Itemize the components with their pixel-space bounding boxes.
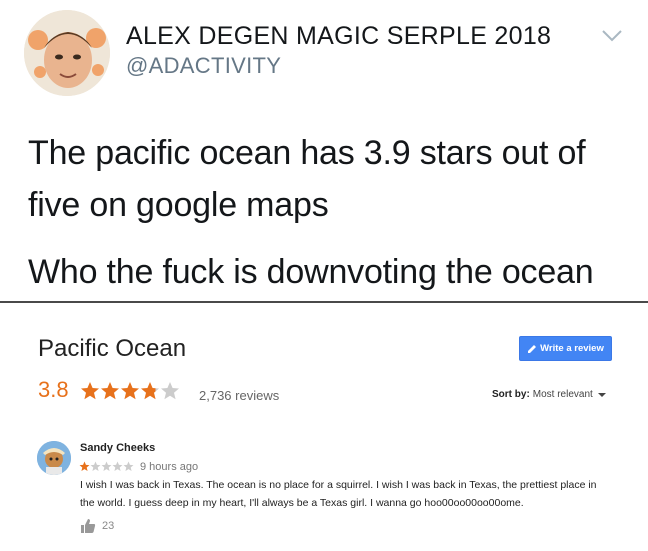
- display-name[interactable]: ALEX DEGEN MAGIC SERPLE 2018: [126, 22, 551, 51]
- divider: [0, 301, 648, 303]
- write-review-button[interactable]: Write a review: [519, 336, 612, 361]
- star-icon: [79, 461, 90, 472]
- star-icon: [161, 382, 179, 400]
- review-stars: [79, 461, 134, 472]
- tweet-text-line: The pacific ocean has 3.9 stars out of: [28, 134, 586, 172]
- review-count[interactable]: 2,736 reviews: [199, 388, 279, 403]
- thumbs-up-icon[interactable]: [80, 518, 96, 534]
- review-text: I wish I was back in Texas. The ocean is…: [80, 479, 597, 509]
- place-title: Pacific Ocean: [38, 335, 187, 362]
- write-review-label: Write a review: [540, 343, 604, 354]
- sort-dropdown[interactable]: Sort by: Most relevant: [492, 389, 606, 400]
- profile-avatar[interactable]: [24, 10, 110, 96]
- like-count: 23: [102, 520, 115, 532]
- star-icon: [121, 382, 139, 400]
- sort-value: Most relevant: [532, 389, 593, 400]
- caret-down-icon: [597, 392, 606, 397]
- star-icon: [101, 461, 112, 472]
- reviewer-name[interactable]: Sandy Cheeks: [80, 442, 155, 454]
- user-handle[interactable]: @ADACTIVITY: [126, 53, 281, 79]
- star-icon: [141, 382, 159, 400]
- sort-label: Sort by:: [492, 389, 530, 400]
- pencil-icon: [528, 344, 537, 353]
- star-icon: [81, 382, 99, 400]
- star-icon: [112, 461, 123, 472]
- reviewer-avatar[interactable]: [37, 441, 71, 475]
- chevron-down-icon[interactable]: [600, 28, 624, 44]
- tweet-text-line: five on google maps: [28, 186, 329, 224]
- star-icon: [123, 461, 134, 472]
- star-icon: [90, 461, 101, 472]
- review-time: 9 hours ago: [140, 461, 199, 473]
- star-icon: [101, 382, 119, 400]
- rating-stars: [80, 381, 180, 401]
- rating-value: 3.8: [38, 377, 69, 402]
- tweet-text-line: Who the fuck is downvoting the ocean: [28, 253, 594, 291]
